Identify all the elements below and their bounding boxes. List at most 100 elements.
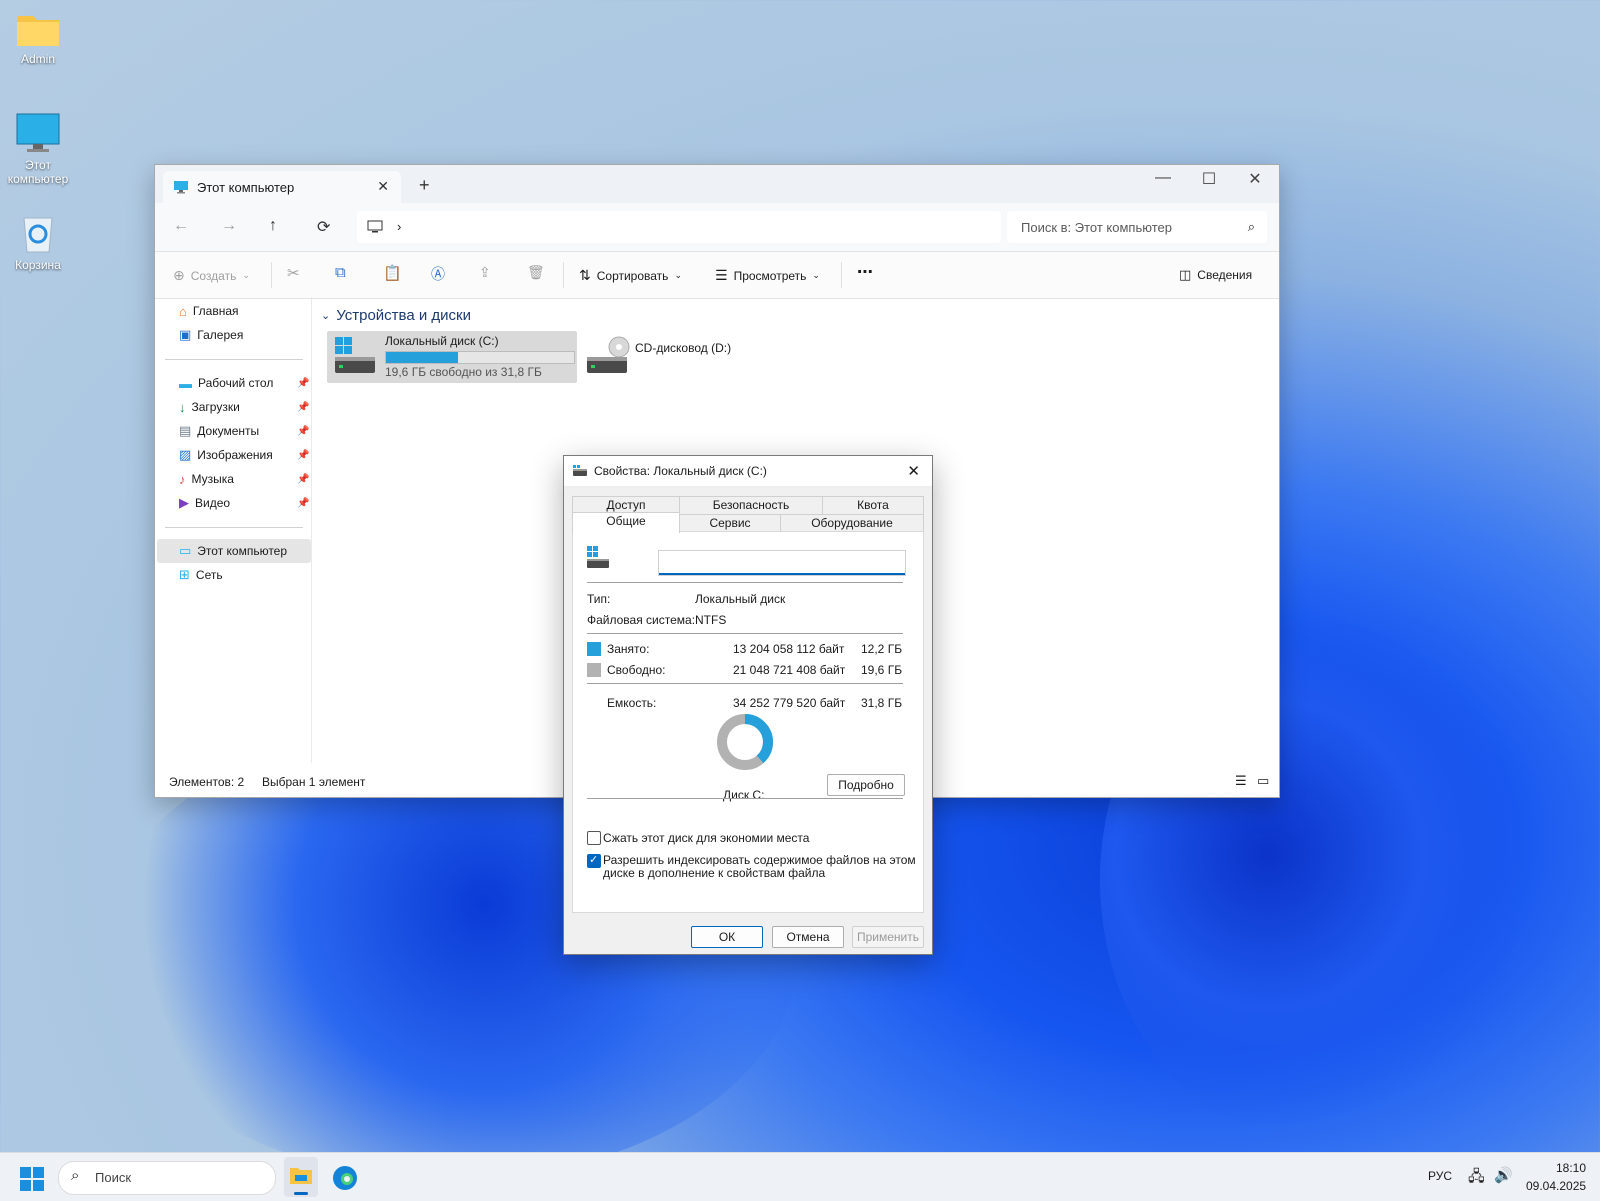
- back-icon[interactable]: ←: [173, 217, 189, 235]
- new-tab-icon[interactable]: +: [419, 175, 430, 196]
- navigation-pane: ⌂ Главная ▣ Галерея ▬ Рабочий стол 📌 ↓ З…: [155, 297, 311, 761]
- network-icon: ⊞: [179, 567, 190, 582]
- free-color-swatch: [587, 663, 601, 677]
- chevron-down-icon: ⌄: [321, 310, 331, 322]
- dialog-title-bar: Свойства: Локальный диск (C:) ✕: [564, 456, 932, 486]
- tab-close-icon[interactable]: ✕: [377, 178, 389, 195]
- drive-tile-d[interactable]: CD-дисковод (D:): [583, 331, 763, 383]
- panel-divider: [587, 798, 903, 799]
- pin-icon[interactable]: 📌: [297, 378, 309, 389]
- nav-label: Видео: [195, 496, 231, 510]
- selection-count: Выбран 1 элемент: [262, 775, 366, 789]
- disk-usage-donut: [717, 714, 773, 770]
- title-bar: Этот компьютер ✕ + — ☐ ✕: [155, 165, 1279, 203]
- sort-button[interactable]: ⇅ Сортировать ⌄: [579, 267, 682, 284]
- share-icon[interactable]: ⇪: [479, 264, 491, 281]
- input-language[interactable]: РУС: [1428, 1169, 1452, 1183]
- nav-item-downloads[interactable]: ↓ Загрузки 📌: [179, 397, 309, 417]
- panel-divider: [587, 582, 903, 583]
- copy-icon[interactable]: ⧉: [335, 264, 346, 281]
- search-box[interactable]: Поиск в: Этот компьютер ⌕: [1007, 211, 1267, 243]
- nav-item-documents[interactable]: ▤ Документы 📌: [179, 421, 309, 441]
- cut-icon[interactable]: ✂: [287, 264, 300, 282]
- image-icon: ▨: [179, 447, 192, 462]
- toolbar-separator: [841, 262, 842, 288]
- drive-tile-c[interactable]: Локальный диск (C:) 19,6 ГБ свободно из …: [327, 331, 577, 383]
- monitor-icon: ▭: [179, 543, 192, 558]
- search-icon: ⌕: [71, 1167, 80, 1184]
- rename-icon[interactable]: Ⓐ: [431, 264, 445, 284]
- edge-browser-icon[interactable]: [332, 1165, 358, 1191]
- maximize-icon[interactable]: ☐: [1187, 169, 1231, 189]
- apply-button[interactable]: Применить: [852, 926, 924, 948]
- tab-general[interactable]: Общие: [572, 512, 680, 533]
- clock-time[interactable]: 18:10: [1556, 1161, 1586, 1175]
- forward-icon[interactable]: →: [221, 217, 237, 235]
- index-checkbox[interactable]: ✓: [587, 854, 601, 868]
- more-options-icon[interactable]: ⋯: [857, 262, 873, 282]
- pin-icon[interactable]: 📌: [297, 402, 309, 413]
- nav-item-home[interactable]: ⌂ Главная: [179, 301, 239, 321]
- section-title: Устройства и диски: [336, 307, 471, 324]
- pin-icon[interactable]: 📌: [297, 498, 309, 509]
- nav-item-this-pc[interactable]: ▭ Этот компьютер: [179, 541, 287, 561]
- used-gb: 12,2 ГБ: [861, 642, 903, 656]
- details-button[interactable]: ◫ Сведения: [1179, 267, 1252, 283]
- capacity-label: Емкость:: [607, 696, 657, 710]
- details-view-icon[interactable]: ☰: [1235, 773, 1247, 789]
- view-button[interactable]: ☰ Просмотреть ⌄: [715, 267, 820, 284]
- tiles-view-icon[interactable]: ▭: [1257, 773, 1269, 789]
- close-icon[interactable]: ✕: [907, 462, 920, 480]
- delete-icon[interactable]: 🗑: [527, 264, 545, 281]
- section-header[interactable]: ⌄ Устройства и диски: [321, 307, 471, 324]
- details-button[interactable]: Подробно: [827, 774, 905, 796]
- start-windows-icon[interactable]: [20, 1167, 44, 1191]
- desktop-icon-recycle-bin[interactable]: Корзина: [0, 212, 76, 272]
- compress-checkbox[interactable]: [587, 831, 601, 845]
- taskbar-file-explorer[interactable]: [284, 1157, 318, 1197]
- ok-button[interactable]: ОК: [691, 926, 763, 948]
- nav-item-pictures[interactable]: ▨ Изображения 📌: [179, 445, 309, 465]
- network-status-icon[interactable]: 🖧: [1468, 1166, 1485, 1191]
- paste-icon[interactable]: 📋: [383, 264, 402, 282]
- cancel-button[interactable]: Отмена: [772, 926, 844, 948]
- refresh-icon[interactable]: ⟳: [317, 217, 330, 237]
- close-icon[interactable]: ✕: [1233, 169, 1277, 189]
- drive-name: CD-дисковод (D:): [635, 341, 732, 355]
- nav-item-network[interactable]: ⊞ Сеть: [179, 565, 223, 585]
- nav-item-videos[interactable]: ▶ Видео 📌: [179, 493, 309, 513]
- pin-icon[interactable]: 📌: [297, 450, 309, 461]
- pin-icon[interactable]: 📌: [297, 426, 309, 437]
- free-gb: 19,6 ГБ: [861, 663, 903, 677]
- taskbar-search[interactable]: ⌕ Поиск: [58, 1161, 276, 1195]
- volume-icon[interactable]: 🔊: [1494, 1166, 1513, 1184]
- up-icon[interactable]: ↑: [269, 217, 277, 235]
- clock-date[interactable]: 09.04.2025: [1526, 1179, 1586, 1193]
- file-explorer-icon: [290, 1168, 312, 1184]
- recycle-bin-icon: [23, 217, 53, 253]
- index-label-line2: диске в дополнение к свойствам файла: [603, 866, 826, 880]
- search-input[interactable]: Поиск в: Этот компьютер: [1021, 220, 1172, 235]
- pin-icon[interactable]: 📌: [297, 474, 309, 485]
- folder-icon: [17, 16, 59, 46]
- create-label: Создать: [190, 268, 237, 283]
- nav-divider: [165, 527, 303, 528]
- volume-label-input[interactable]: [658, 550, 906, 576]
- tab-this-pc[interactable]: Этот компьютер ✕: [163, 171, 401, 203]
- breadcrumb-chevron-icon[interactable]: ›: [397, 219, 401, 234]
- type-label: Тип:: [587, 592, 611, 606]
- compress-label: Сжать этот диск для экономии места: [603, 831, 810, 845]
- tab-security[interactable]: Безопасность: [679, 496, 823, 515]
- nav-item-desktop[interactable]: ▬ Рабочий стол 📌: [179, 373, 309, 393]
- nav-label: Главная: [192, 304, 239, 318]
- nav-label: Музыка: [191, 472, 234, 486]
- create-button[interactable]: ⊕ Создать ⌄: [173, 267, 250, 284]
- desktop-icon-this-pc[interactable]: Этот компьютер: [0, 112, 76, 186]
- address-bar[interactable]: ›: [357, 211, 1001, 243]
- tab-quota[interactable]: Квота: [822, 496, 924, 515]
- index-label-line1: Разрешить индексировать содержимое файло…: [603, 853, 916, 867]
- desktop-icon-admin[interactable]: Admin: [0, 10, 76, 66]
- minimize-icon[interactable]: —: [1141, 169, 1185, 187]
- nav-item-music[interactable]: ♪ Музыка 📌: [179, 469, 309, 489]
- nav-item-gallery[interactable]: ▣ Галерея: [179, 325, 243, 345]
